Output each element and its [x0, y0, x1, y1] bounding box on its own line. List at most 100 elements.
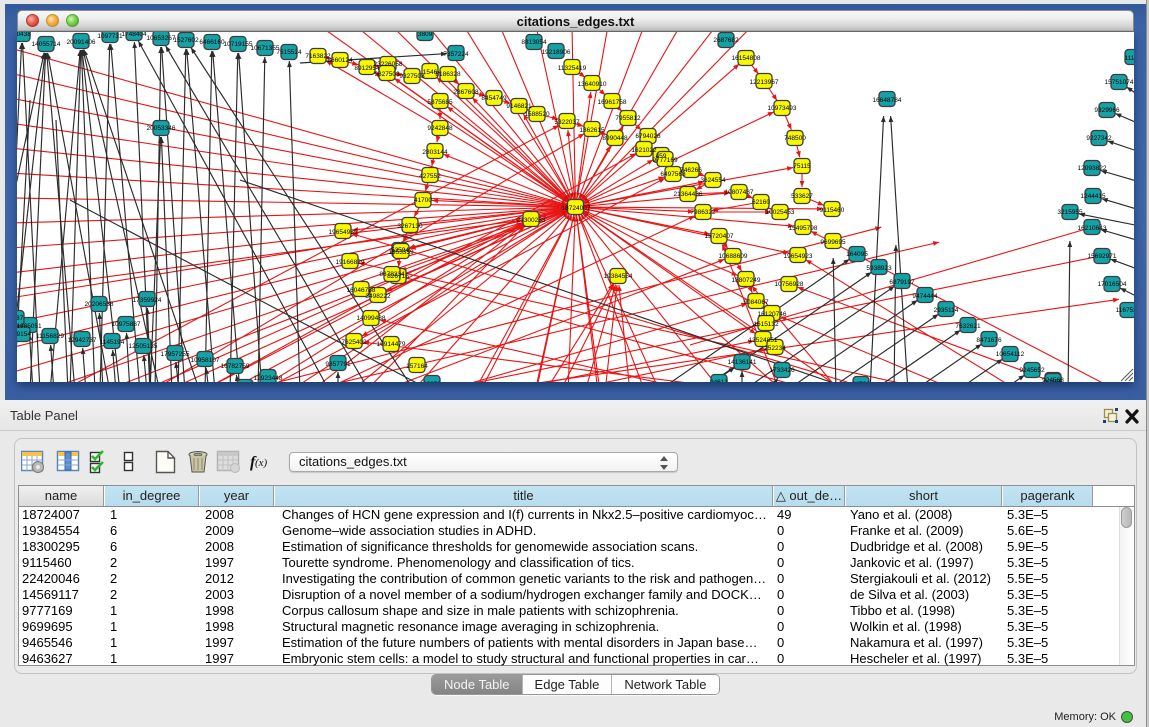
- svg-text:21364436: 21364436: [674, 191, 703, 198]
- svg-text:2687682: 2687682: [713, 37, 739, 44]
- svg-text:10654112: 10654112: [996, 351, 1025, 358]
- svg-text:10025453: 10025453: [766, 209, 795, 216]
- svg-text:15495798: 15495798: [789, 225, 818, 232]
- svg-text:11123: 11123: [1124, 55, 1134, 62]
- svg-text:8186328: 8186328: [435, 71, 461, 78]
- svg-text:84531: 84531: [852, 381, 870, 382]
- svg-text:12093822: 12093822: [1078, 165, 1107, 172]
- svg-text:1621022: 1621022: [631, 147, 657, 154]
- svg-text:20091406: 20091406: [67, 39, 96, 46]
- svg-text:75115: 75115: [793, 163, 811, 170]
- svg-text:1244415: 1244415: [1080, 193, 1106, 200]
- svg-text:746266: 746266: [680, 167, 702, 174]
- svg-text:1362615: 1362615: [579, 127, 605, 134]
- svg-text:427552: 427552: [419, 173, 441, 180]
- svg-text:3809: 3809: [418, 32, 433, 38]
- svg-text:12942737: 12942737: [68, 337, 97, 344]
- svg-text:2935114: 2935114: [934, 307, 959, 314]
- svg-text:9327508: 9327508: [399, 73, 425, 80]
- svg-text:7625402: 7625402: [341, 339, 367, 346]
- svg-text:9146821: 9146821: [506, 103, 532, 110]
- svg-text:1385051: 1385051: [17, 323, 42, 330]
- svg-text:16782759: 16782759: [221, 363, 250, 370]
- svg-text:5938923: 5938923: [866, 265, 892, 272]
- svg-text:8454749: 8454749: [481, 95, 507, 102]
- svg-text:15720407: 15720407: [705, 233, 734, 240]
- svg-text:6794028: 6794028: [635, 133, 661, 140]
- svg-text:10807487: 10807487: [725, 189, 754, 196]
- svg-text:12923448: 12923448: [254, 375, 283, 382]
- svg-text:16210643: 16210643: [1078, 225, 1107, 232]
- svg-text:10756928: 10756928: [775, 281, 804, 288]
- svg-text:16648784: 16648784: [873, 97, 902, 104]
- svg-text:18807249: 18807249: [732, 277, 761, 284]
- svg-text:5887: 5887: [17, 315, 24, 322]
- svg-text:3215955: 3215955: [1057, 209, 1083, 216]
- svg-text:20438: 20438: [17, 32, 31, 38]
- svg-text:5322037: 5322037: [554, 119, 580, 126]
- svg-text:9827508: 9827508: [374, 71, 400, 78]
- svg-text:9329966: 9329966: [1094, 107, 1120, 114]
- svg-text:10973493: 10973493: [768, 105, 797, 112]
- svg-text:7632621: 7632621: [955, 323, 981, 330]
- svg-text:533627: 533627: [791, 193, 813, 200]
- svg-text:3498222: 3498222: [365, 293, 391, 300]
- svg-text:7357224: 7357224: [443, 51, 469, 58]
- svg-text:8990448: 8990448: [602, 135, 628, 142]
- svg-text:20053346: 20053346: [147, 125, 176, 132]
- svg-text:2867608: 2867608: [453, 89, 479, 96]
- svg-text:19384554: 19384554: [604, 273, 633, 280]
- svg-text:12505135: 12505135: [129, 343, 158, 350]
- svg-text:9699695: 9699695: [820, 239, 846, 246]
- svg-text:9242848: 9242848: [427, 125, 453, 132]
- svg-text:14099488: 14099488: [357, 315, 386, 322]
- svg-text:17359924: 17359924: [133, 297, 162, 304]
- svg-text:16120746: 16120746: [758, 311, 787, 318]
- svg-text:13640910: 13640910: [578, 81, 607, 88]
- svg-text:9777169: 9777169: [652, 157, 678, 164]
- svg-text:2803144: 2803144: [422, 149, 448, 156]
- svg-text:10719155: 10719155: [224, 41, 253, 48]
- svg-text:164095: 164095: [846, 251, 868, 258]
- svg-text:1527602: 1527602: [173, 37, 199, 44]
- svg-text:23300233: 23300233: [517, 217, 546, 224]
- svg-text:18724007: 18724007: [562, 205, 591, 212]
- svg-text:23226058: 23226058: [374, 61, 403, 68]
- svg-text:9084067: 9084067: [743, 299, 769, 306]
- svg-text:10958107: 10958107: [191, 357, 220, 364]
- svg-text:16914479: 16914479: [377, 341, 406, 348]
- svg-text:19166829: 19166829: [336, 259, 365, 266]
- svg-text:9245652: 9245652: [1019, 367, 1045, 374]
- svg-text:1097731: 1097731: [97, 33, 123, 40]
- svg-text:41700: 41700: [414, 197, 432, 204]
- svg-text:15751074: 15751074: [1105, 79, 1134, 86]
- svg-text:1615132: 1615132: [753, 321, 779, 328]
- svg-text:15692971: 15692971: [1088, 253, 1117, 260]
- svg-text:252234: 252234: [764, 345, 786, 352]
- svg-text:16154808: 16154808: [732, 55, 761, 62]
- svg-text:1353359: 1353359: [388, 249, 414, 256]
- svg-text:62160: 62160: [752, 199, 770, 206]
- svg-text:10688609: 10688609: [719, 253, 748, 260]
- svg-text:11325419: 11325419: [558, 65, 587, 72]
- svg-text:13524851: 13524851: [749, 337, 778, 344]
- svg-text:7515524: 7515524: [276, 49, 302, 56]
- svg-text:5875685: 5875685: [427, 99, 453, 106]
- svg-text:7986322: 7986322: [690, 209, 716, 216]
- svg-text:1588520: 1588520: [524, 111, 550, 118]
- svg-text:9227342: 9227342: [1086, 135, 1112, 142]
- svg-text:94613: 94613: [710, 379, 728, 382]
- svg-text:6466160: 6466160: [199, 39, 225, 46]
- svg-text:1145194: 1145194: [100, 339, 125, 346]
- svg-text:9474444: 9474444: [912, 293, 938, 300]
- svg-text:3267130: 3267130: [397, 223, 423, 230]
- svg-text:157164: 157164: [406, 363, 428, 370]
- svg-text:12213967: 12213967: [750, 79, 779, 86]
- svg-text:6879197: 6879197: [889, 279, 915, 286]
- svg-text:17016504: 17016504: [1098, 281, 1127, 288]
- svg-text:9857791: 9857791: [325, 361, 351, 368]
- svg-text:20206538: 20206538: [85, 301, 114, 308]
- svg-text:14136141: 14136141: [728, 359, 757, 366]
- svg-text:1748404: 1748404: [121, 32, 147, 38]
- svg-text:1733426: 1733426: [769, 367, 795, 374]
